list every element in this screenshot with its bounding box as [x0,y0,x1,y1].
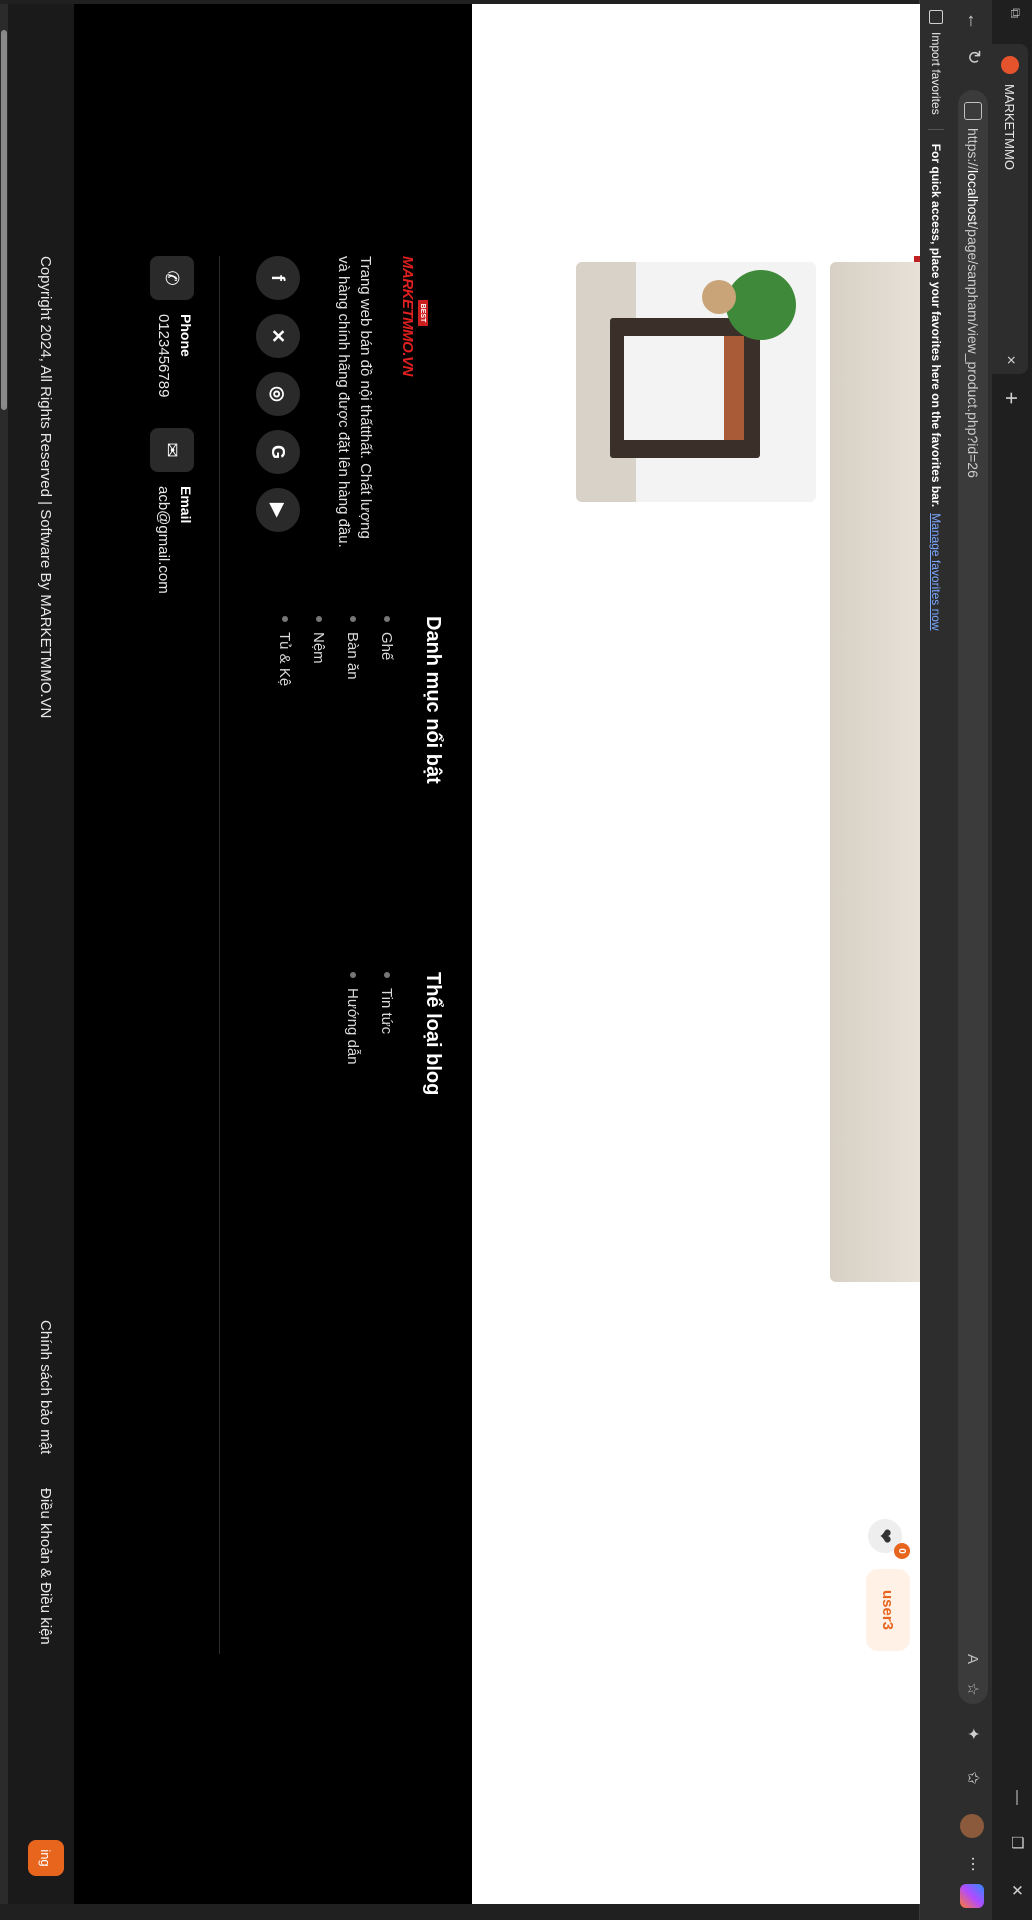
blog-categories-title: Thể loại blog [422,972,444,1096]
screen-root: ⧉ MARKETMMO × + — ❐ ✕ ← ↻ https://localh… [0,0,1032,1920]
footer-about-text: Trang web bán đồ nội thấtthất. Chất lượn… [335,256,374,548]
copilot-icon[interactable] [960,1884,984,1908]
phone-contact[interactable]: ✆ Phone 0123456789 [150,256,194,397]
footer-divider [219,256,220,1654]
restore-icon[interactable]: ❐ [1008,1836,1026,1849]
refresh-icon[interactable]: ↻ [963,44,984,70]
site-favicon [1001,56,1019,74]
product-main-image[interactable] [830,262,920,1282]
blog-link[interactable]: Tin tức [370,972,404,1065]
browser-tab-bar: ⧉ MARKETMMO × + — ❐ ✕ [992,0,1032,1920]
privacy-policy-link[interactable]: Chính sách bảo mật [37,1320,54,1454]
social-links: f ✕ ◎ G ▶ [256,256,300,532]
site-footer: BEST MARKETMMO.VN Trang web bán đồ nội t… [8,4,472,1904]
email-contact[interactable]: ✉ Email acb@gmail.com [150,428,194,594]
instagram-icon[interactable]: ◎ [256,372,300,416]
category-link[interactable]: Nệm [302,616,336,686]
extensions-icon[interactable]: ✦ [963,1720,983,1748]
manage-favorites-link[interactable]: Manage favorites now [929,513,943,630]
email-value: acb@gmail.com [155,486,172,594]
close-tab-icon[interactable]: × [1001,346,1019,374]
email-icon: ✉ [150,428,194,472]
featured-categories-list: Ghế Bàn ăn Nệm Tủ & Kệ [268,616,404,686]
footer-logo[interactable]: BEST MARKETMMO.VN [394,256,428,376]
browser-tab[interactable]: MARKETMMO × [992,44,1028,374]
phone-icon: ✆ [150,256,194,300]
favorites-message: For quick access, place your favorites h… [929,143,943,508]
category-link[interactable]: Ghế [370,616,404,686]
read-aloud-icon[interactable]: A [965,1644,982,1674]
minimize-icon[interactable]: — [1009,1790,1026,1805]
address-url[interactable]: https://localhost/page/sanpham/view_prod… [965,128,981,1644]
phone-value: 0123456789 [155,314,172,398]
terms-link[interactable]: Điều khoản & Điều kiện [37,1488,54,1645]
import-favorites-button[interactable]: Import favorites [929,10,943,115]
wishlist-count-badge: 0 [894,1543,910,1559]
close-window-icon[interactable]: ✕ [1008,1884,1026,1897]
more-options-icon[interactable]: ⋯ [963,1850,983,1878]
youtube-icon[interactable]: ▶ [256,488,300,532]
browser-toolbar: ← ↻ https://localhost/page/sanpham/view_… [952,0,992,1920]
category-link[interactable]: Tủ & Kệ [268,616,302,686]
blog-link[interactable]: Hướng dẫn [336,972,370,1065]
new-tab-button[interactable]: + [998,384,1024,412]
blog-categories-list: Tin tức Hướng dẫn [336,972,404,1065]
import-icon [929,10,943,24]
favorites-icon[interactable]: ✩ [963,1764,983,1792]
copyright-text: Copyright 2024, All Rights Reserved | So… [37,256,54,719]
horizontal-scrollbar[interactable] [0,4,8,1904]
logo-badge: BEST [418,300,428,326]
user-account-button[interactable]: user3 [866,1569,910,1651]
phone-label: Phone [178,314,194,357]
favorite-star-icon[interactable]: ☆ [964,1674,982,1704]
site-info-icon[interactable] [964,102,982,120]
address-bar[interactable]: https://localhost/page/sanpham/view_prod… [958,90,988,1704]
google-icon[interactable]: G [256,430,300,474]
tab-title: MARKETMMO [1002,84,1018,170]
logo-wordmark: MARKETMMO.VN [399,256,416,376]
x-twitter-icon[interactable]: ✕ [256,314,300,358]
product-thumbnail[interactable] [576,262,816,502]
favorites-bar: Import favorites For quick access, place… [919,0,952,1920]
profile-avatar[interactable] [960,1814,984,1838]
email-label: Email [178,486,194,524]
favorites-divider [928,128,944,130]
back-icon[interactable]: ← [963,8,984,34]
page-viewport: ❤ 0 user3 BEST MARKETMMO.VN Trang web bá… [8,4,920,1904]
facebook-icon[interactable]: f [256,256,300,300]
featured-categories-title: Danh mục nổi bật [422,616,444,784]
scrollbar-thumb[interactable] [1,30,7,410]
workspaces-icon[interactable]: ⧉ [1007,8,1024,18]
copyright-bar: Copyright 2024, All Rights Reserved | So… [8,4,74,1904]
category-link[interactable]: Bàn ăn [336,616,370,686]
floating-chat-button[interactable]: ing [28,1840,64,1876]
